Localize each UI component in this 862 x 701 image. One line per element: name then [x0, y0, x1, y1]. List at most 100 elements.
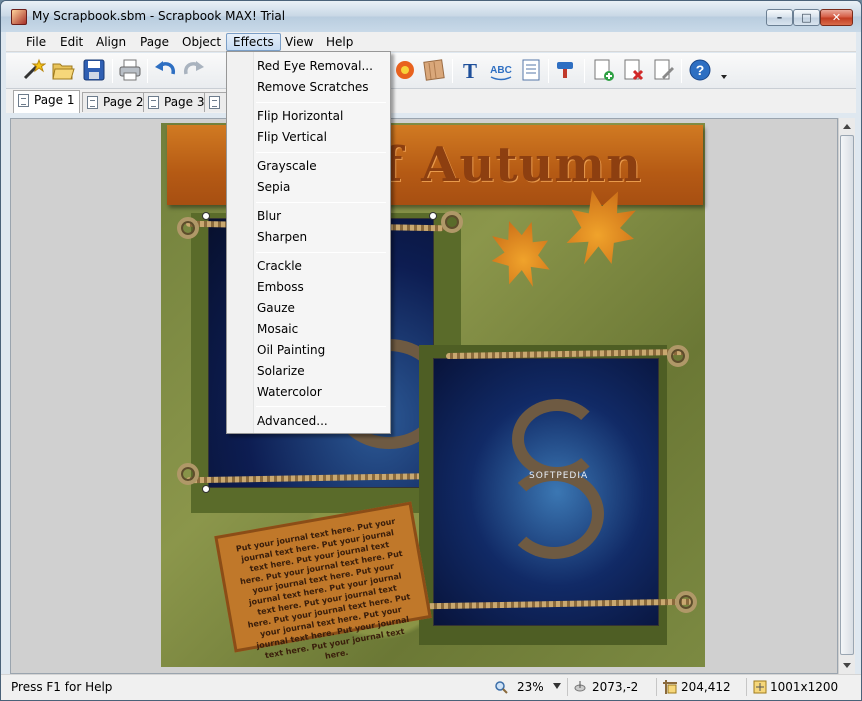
menu-item-watercolor[interactable]: Watercolor: [229, 382, 388, 403]
svg-text:?: ?: [696, 62, 705, 78]
delete-page-icon[interactable]: [620, 57, 646, 83]
menu-item-crackle[interactable]: Crackle: [229, 256, 388, 277]
ring-decoration: [177, 463, 199, 485]
tab-page-2[interactable]: Page 2: [82, 92, 149, 112]
tab-label: Page 3: [164, 95, 205, 109]
ring-decoration: [177, 217, 199, 239]
menu-object[interactable]: Object: [176, 33, 227, 51]
maximize-button[interactable]: □: [793, 9, 820, 26]
svg-text:T: T: [463, 59, 477, 83]
journal-tag[interactable]: Put your journal text here. Put your jou…: [214, 501, 432, 661]
magic-wand-icon[interactable]: [20, 57, 46, 83]
page-size: 1001x1200: [770, 680, 839, 694]
menu-item-emboss[interactable]: Emboss: [229, 277, 388, 298]
help-icon[interactable]: ?: [687, 57, 713, 83]
vertical-scrollbar[interactable]: [838, 118, 855, 674]
tab-label: Page 2: [103, 95, 144, 109]
toolbar-separator: [452, 59, 453, 83]
text-icon[interactable]: T: [457, 57, 483, 83]
scroll-down-icon[interactable]: [843, 663, 851, 668]
selection-handle[interactable]: [429, 212, 437, 220]
object-position-icon: [663, 680, 677, 694]
save-disk-icon[interactable]: [81, 57, 107, 83]
title-bar[interactable]: My Scrapbook.sbm - Scrapbook MAX! Trial …: [1, 1, 861, 32]
status-help-text: Press F1 for Help: [11, 680, 113, 694]
selection-handle[interactable]: [202, 485, 210, 493]
open-folder-icon[interactable]: [50, 57, 76, 83]
menu-item-solarize[interactable]: Solarize: [229, 361, 388, 382]
ring-decoration: [441, 211, 463, 233]
menu-item-sharpen[interactable]: Sharpen: [229, 227, 388, 248]
scroll-thumb[interactable]: [840, 135, 854, 655]
status-bar: Press F1 for Help 23% 2073,-2 204,412 10…: [1, 674, 861, 700]
toolbar-separator: [548, 59, 549, 83]
status-divider: [567, 678, 568, 696]
menu-separator: [256, 152, 386, 153]
island-shape: [512, 399, 602, 479]
menu-item-flip-horizontal[interactable]: Flip Horizontal: [229, 106, 388, 127]
zoom-icon[interactable]: [494, 680, 508, 694]
toolbar-separator: [681, 59, 682, 83]
page-icon: [209, 96, 220, 109]
undo-icon[interactable]: [152, 57, 178, 83]
menu-item-flip-vertical[interactable]: Flip Vertical: [229, 127, 388, 148]
menu-item-oil-painting[interactable]: Oil Painting: [229, 340, 388, 361]
menu-separator: [256, 102, 386, 103]
watermark: SOFTPEDIA: [529, 471, 589, 481]
photo-right[interactable]: SOFTPEDIA: [433, 358, 659, 626]
menu-item-gauze[interactable]: Gauze: [229, 298, 388, 319]
tab-page-1[interactable]: Page 1: [13, 90, 80, 113]
stamp-icon[interactable]: [553, 57, 579, 83]
print-icon[interactable]: [117, 57, 143, 83]
zoom-level: 23%: [517, 680, 544, 694]
status-divider: [656, 678, 657, 696]
ring-decoration: [675, 591, 697, 613]
cursor-position: 2073,-2: [592, 680, 639, 694]
cursor-position-icon: [574, 681, 586, 692]
autumn-leaf[interactable]: [481, 211, 561, 297]
toolbar-separator: [584, 59, 585, 83]
redo-icon[interactable]: [181, 57, 207, 83]
word-art-icon[interactable]: ABC: [488, 57, 514, 83]
menu-edit[interactable]: Edit: [54, 33, 89, 51]
close-icon: ✕: [831, 11, 842, 24]
menu-item-red-eye-removal[interactable]: Red Eye Removal...: [229, 56, 388, 77]
scroll-up-icon[interactable]: [843, 124, 851, 129]
menu-file[interactable]: File: [20, 33, 52, 51]
tab-page-3[interactable]: Page 3: [143, 92, 210, 112]
page-icon: [87, 96, 98, 109]
toolbar: T ABC ?: [6, 53, 856, 89]
menu-item-mosaic[interactable]: Mosaic: [229, 319, 388, 340]
menu-item-sepia[interactable]: Sepia: [229, 177, 388, 198]
window-title: My Scrapbook.sbm - Scrapbook MAX! Trial: [32, 9, 286, 23]
flower-embellishment-icon[interactable]: [392, 57, 418, 83]
page-canvas[interactable]: Fall of Autumn SOFTPEDIA Put your journa…: [10, 118, 838, 674]
app-icon[interactable]: [11, 9, 27, 25]
effects-menu: Red Eye Removal... Remove Scratches Flip…: [226, 51, 391, 434]
menu-item-grayscale[interactable]: Grayscale: [229, 156, 388, 177]
page-properties-icon[interactable]: [650, 57, 676, 83]
menu-effects[interactable]: Effects: [226, 33, 281, 51]
menu-item-blur[interactable]: Blur: [229, 206, 388, 227]
menu-item-remove-scratches[interactable]: Remove Scratches: [229, 77, 388, 98]
menu-page[interactable]: Page: [134, 33, 175, 51]
toolbar-overflow-arrow-icon[interactable]: [721, 75, 727, 79]
page-size-icon: [753, 680, 767, 694]
page-icon: [148, 96, 159, 109]
menu-view[interactable]: View: [279, 33, 319, 51]
menu-align[interactable]: Align: [90, 33, 132, 51]
minimize-button[interactable]: –: [766, 9, 793, 26]
paper-background-icon[interactable]: [421, 57, 447, 83]
toolbar-separator: [147, 59, 148, 83]
selection-handle[interactable]: [202, 212, 210, 220]
journal-icon[interactable]: [518, 57, 544, 83]
menu-help[interactable]: Help: [320, 33, 359, 51]
add-page-icon[interactable]: [590, 57, 616, 83]
zoom-dropdown-icon[interactable]: [552, 681, 562, 691]
close-button[interactable]: ✕: [820, 9, 853, 26]
ring-decoration: [667, 345, 689, 367]
toolbar-separator: [112, 59, 113, 83]
object-position: 204,412: [681, 680, 731, 694]
island-shape: [504, 469, 604, 559]
menu-item-advanced[interactable]: Advanced...: [229, 411, 388, 432]
